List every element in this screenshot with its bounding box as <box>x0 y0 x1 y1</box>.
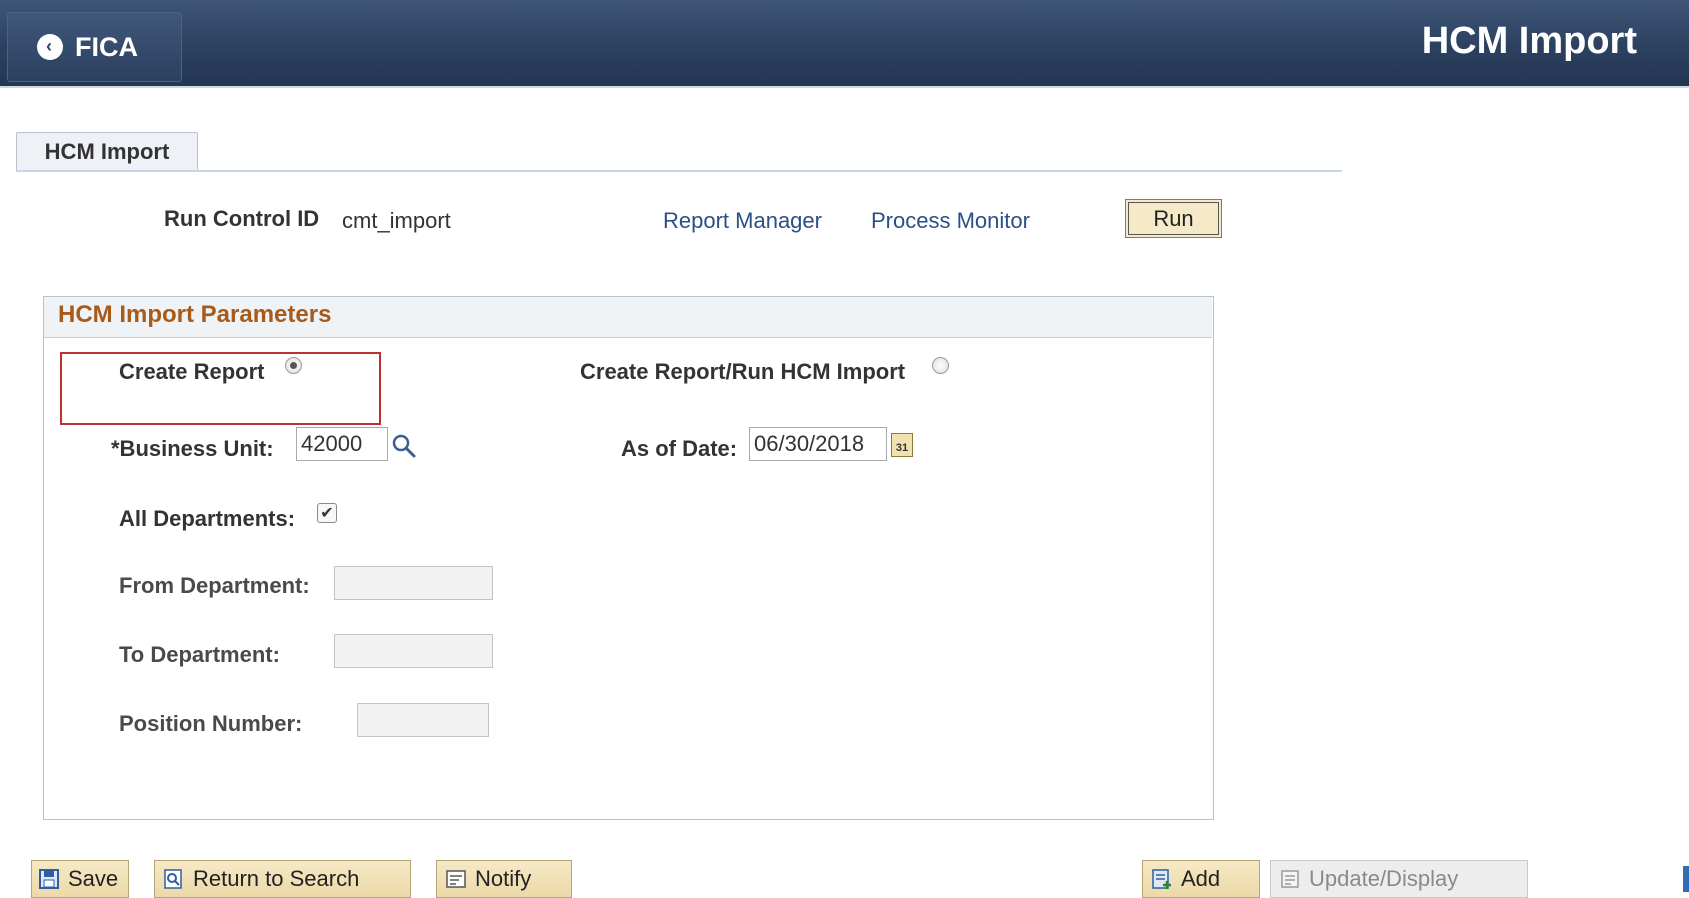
create-report-radio[interactable] <box>285 357 302 374</box>
as-of-date-label: As of Date: <box>621 436 738 461</box>
return-to-search-button[interactable]: Return to Search <box>154 860 411 898</box>
add-button[interactable]: Add <box>1142 860 1260 898</box>
position-number-label: Position Number: <box>119 711 303 736</box>
add-label: Add <box>1181 866 1221 891</box>
all-departments-checkbox[interactable]: ✔ <box>317 503 337 523</box>
update-display-label: Update/Display <box>1309 866 1459 891</box>
run-control-label: Run Control ID <box>164 206 320 231</box>
create-report-label: Create Report <box>119 359 265 384</box>
update-display-icon <box>1281 870 1299 888</box>
page-title: HCM Import <box>1421 20 1637 62</box>
to-department-label: To Department: <box>119 642 280 667</box>
return-search-icon <box>164 869 182 889</box>
return-to-search-label: Return to Search <box>193 866 360 891</box>
save-label: Save <box>68 866 119 891</box>
report-manager-link[interactable]: Report Manager <box>663 208 822 234</box>
all-departments-label: All Departments: <box>119 506 296 531</box>
as-of-date-field[interactable]: 06/30/2018 <box>749 427 887 461</box>
business-unit-label: *Business Unit: <box>111 436 274 461</box>
save-button[interactable]: Save <box>31 860 129 898</box>
lookup-search-icon[interactable] <box>391 433 417 459</box>
notify-button[interactable]: Notify <box>436 860 572 898</box>
business-unit-field[interactable]: 42000 <box>296 427 388 461</box>
create-run-radio[interactable] <box>932 357 949 374</box>
position-number-field[interactable] <box>357 703 489 737</box>
back-button[interactable]: ‹ FICA <box>7 12 182 82</box>
process-monitor-link[interactable]: Process Monitor <box>871 208 1030 234</box>
notify-icon <box>446 870 466 888</box>
back-label: FICA <box>75 31 138 62</box>
from-department-label: From Department: <box>119 573 310 598</box>
save-icon <box>39 869 59 889</box>
chevron-left-icon: ‹ <box>37 34 63 60</box>
edge-marker <box>1683 866 1689 892</box>
parameters-group-title: HCM Import Parameters <box>58 301 332 328</box>
tab-hcm-import[interactable]: HCM Import <box>16 132 198 171</box>
from-department-field[interactable] <box>334 566 493 600</box>
calendar-icon[interactable]: 31 <box>891 433 913 457</box>
to-department-field[interactable] <box>334 634 493 668</box>
run-control-value: cmt_import <box>342 208 451 233</box>
tab-underline <box>16 170 1342 172</box>
create-run-label: Create Report/Run HCM Import <box>580 359 906 384</box>
update-display-button: Update/Display <box>1270 860 1528 898</box>
add-icon <box>1152 869 1171 889</box>
run-button[interactable]: Run <box>1125 199 1222 238</box>
notify-label: Notify <box>475 866 532 891</box>
